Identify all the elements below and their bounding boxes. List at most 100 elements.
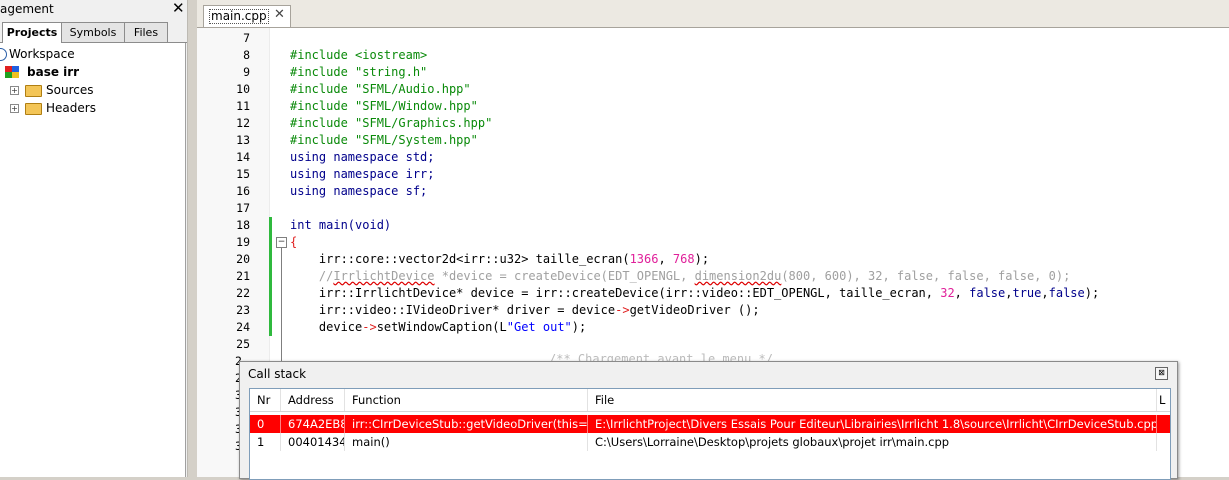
code-text: irr::core::vector2d<irr::u32> taille_ecr…: [290, 252, 630, 266]
number: 768: [672, 252, 695, 266]
line-number: 20: [236, 252, 250, 266]
folder-icon: [25, 85, 42, 97]
code-text: IrrlichtDevice: [333, 269, 435, 283]
expand-icon[interactable]: +: [10, 86, 19, 95]
code-text: irr::video::IVideoDriver* driver = devic…: [290, 303, 616, 317]
code-text: );: [694, 252, 710, 266]
code-line: #include "SFML/Window.hpp": [290, 99, 478, 113]
cell-function: irr::CIrrDeviceStub::getVideoDriver(this…: [345, 415, 588, 433]
code-line: #include "SFML/Audio.hpp": [290, 82, 471, 96]
operator: ->: [615, 303, 630, 317]
fold-toggle-icon[interactable]: −: [276, 237, 287, 248]
code-line: #include "SFML/System.hpp": [290, 133, 478, 147]
code-text: *device = createDevice(EDT_OPENGL,: [434, 269, 695, 283]
call-stack-window: Call stack ⊠ Nr Address Function File L …: [239, 361, 1178, 480]
folder-icon: [25, 103, 42, 115]
code-text: device: [290, 320, 363, 334]
code-line: using namespace sf;: [290, 183, 427, 200]
line-number: 14: [236, 150, 250, 164]
change-marker: [269, 268, 272, 336]
tab-symbols[interactable]: Symbols: [61, 22, 125, 42]
code-line: using namespace std;: [290, 149, 435, 166]
code-line: device->setWindowCaption(L"Get out");: [290, 319, 586, 336]
code-text: //: [290, 269, 334, 283]
code-line: irr::core::vector2d<irr::u32> taille_ecr…: [290, 251, 709, 268]
management-tabs: Projects Symbols Files ▶: [0, 22, 187, 57]
line-number: 18: [236, 218, 250, 232]
close-icon[interactable]: ✕: [172, 1, 185, 16]
line-number: 19: [236, 235, 250, 249]
column-header-function[interactable]: Function: [345, 389, 588, 411]
tab-files[interactable]: Files: [124, 22, 168, 42]
code-line: #include "string.h": [290, 65, 428, 79]
keyword: true: [1012, 286, 1042, 300]
code-text: dimension2du: [694, 269, 782, 283]
change-marker: [269, 217, 272, 268]
column-header-nr[interactable]: Nr: [250, 389, 281, 411]
code-text: main(void): [311, 218, 392, 232]
column-header-address[interactable]: Address: [281, 389, 345, 411]
call-stack-row[interactable]: 1 00401434 main() C:\Users\Lorraine\Desk…: [250, 433, 1170, 451]
code-text: ,: [658, 252, 673, 266]
code-text: );: [1084, 286, 1100, 300]
identifier: sf;: [398, 184, 428, 198]
folder-label-sources: Sources: [46, 83, 94, 97]
number: 32: [940, 286, 955, 300]
project-label: base irr: [27, 65, 80, 79]
cell-address: 00401434: [281, 433, 345, 451]
cell-address: 674A2EB8: [281, 415, 345, 433]
line-number: 22: [236, 286, 250, 300]
tab-projects[interactable]: Projects: [2, 22, 62, 43]
keyword: false: [969, 286, 1006, 300]
number: 1366: [629, 252, 659, 266]
tab-main-cpp[interactable]: main.cpp ✕: [203, 5, 291, 27]
line-number: 24: [236, 320, 250, 334]
code-line: {: [290, 235, 298, 249]
workspace-label: Workspace: [9, 47, 75, 61]
string: "Get out": [506, 320, 572, 334]
keyword: int: [290, 218, 312, 232]
code-line: irr::video::IVideoDriver* driver = devic…: [290, 302, 760, 319]
code-text: );: [571, 320, 587, 334]
code-line: #include "SFML/Graphics.hpp": [290, 116, 493, 130]
line-number: 7: [243, 31, 250, 45]
line-number: 9: [243, 65, 250, 79]
line-number: 12: [236, 116, 250, 130]
code-line: irr::IrrlichtDevice* device = irr::creat…: [290, 285, 1099, 302]
call-stack-list: Nr Address Function File L 0 674A2EB8 ir…: [249, 388, 1171, 480]
tab-label: main.cpp: [209, 9, 269, 24]
workspace-icon: [0, 48, 7, 61]
keyword: using namespace: [290, 150, 399, 164]
project-icon: [5, 66, 19, 78]
expand-icon[interactable]: +: [10, 104, 19, 113]
close-icon[interactable]: ⊠: [1155, 367, 1168, 380]
cell-nr: 0: [250, 415, 281, 433]
cell-nr: 1: [250, 433, 281, 451]
management-title: agement: [0, 2, 54, 16]
code-text: ,: [1041, 286, 1049, 300]
line-number: 21: [236, 269, 250, 283]
line-number: 25: [236, 337, 250, 351]
close-icon[interactable]: ✕: [274, 7, 285, 22]
line-number: 13: [236, 133, 250, 147]
code-text: (800, 600), 32, false, false, false, 0);: [781, 269, 1071, 283]
column-header-line[interactable]: L: [1157, 389, 1170, 411]
identifier: irr;: [398, 167, 435, 181]
call-stack-title: Call stack: [248, 367, 307, 381]
identifier: std;: [398, 150, 435, 164]
call-stack-row[interactable]: 0 674A2EB8 irr::CIrrDeviceStub::getVideo…: [250, 415, 1170, 433]
editor-tab-bar: main.cpp ✕: [197, 0, 1229, 28]
management-panel: agement ✕ Projects Symbols Files ▶ Works…: [0, 0, 187, 477]
cell-file: E:\IrrlichtProject\Divers Essais Pour Ed…: [588, 415, 1157, 433]
keyword: using namespace: [290, 167, 399, 181]
code-line: using namespace irr;: [290, 166, 435, 183]
line-number: 11: [236, 99, 250, 113]
project-tree: Workspace base irr + Sources + Headers: [0, 43, 186, 477]
code-line-comment: //IrrlichtDevice *device = createDevice(…: [290, 268, 1070, 285]
line-number: 10: [236, 82, 250, 96]
folder-label-headers: Headers: [46, 101, 96, 115]
operator: ->: [362, 320, 377, 334]
keyword: false: [1048, 286, 1085, 300]
column-header-file[interactable]: File: [588, 389, 1157, 411]
code-line: #include <iostream>: [290, 48, 428, 62]
